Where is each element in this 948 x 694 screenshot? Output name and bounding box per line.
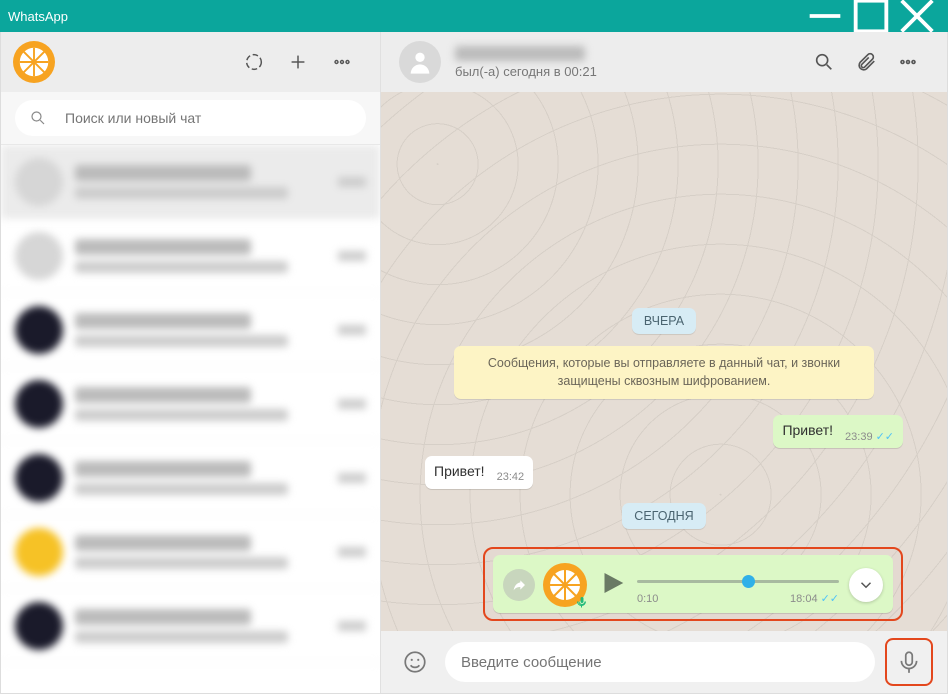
voice-scrubber[interactable] (742, 575, 755, 588)
contact-avatar[interactable] (399, 41, 441, 83)
contact-status: был(-а) сегодня в 00:21 (455, 64, 803, 79)
message-incoming[interactable]: Привет! 23:42 (425, 456, 533, 489)
chat-list-item[interactable] (1, 367, 380, 441)
voice-timestamp: 18:04✓✓ (790, 592, 839, 605)
voice-menu-button[interactable] (849, 568, 883, 602)
mic-button-highlight (885, 638, 933, 686)
message-text: Привет! (434, 463, 485, 479)
mic-button[interactable] (889, 642, 929, 682)
chat-header: был(-а) сегодня в 00:21 (381, 32, 947, 92)
message-meta: 23:42 (497, 471, 525, 483)
titlebar: WhatsApp (0, 0, 948, 32)
self-avatar[interactable] (13, 41, 55, 83)
encryption-notice: Сообщения, которые вы отправляете в данн… (454, 346, 874, 400)
left-panel (1, 32, 381, 693)
app-title: WhatsApp (8, 9, 802, 24)
close-button[interactable] (894, 0, 940, 32)
message-input[interactable] (445, 642, 875, 682)
chat-list-item[interactable] (1, 293, 380, 367)
new-chat-icon[interactable] (276, 40, 320, 84)
attach-icon[interactable] (845, 41, 887, 83)
contact-name (455, 46, 585, 61)
messages-area[interactable]: ВЧЕРА Сообщения, которые вы отправляете … (381, 92, 947, 631)
emoji-icon[interactable] (395, 642, 435, 682)
forward-icon[interactable] (503, 569, 535, 601)
menu-icon[interactable] (320, 40, 364, 84)
chat-list-item[interactable] (1, 219, 380, 293)
chat-menu-icon[interactable] (887, 41, 929, 83)
contact-info[interactable]: был(-а) сегодня в 00:21 (455, 46, 803, 79)
chat-list[interactable] (1, 145, 380, 693)
minimize-button[interactable] (802, 0, 848, 32)
app-body: был(-а) сегодня в 00:21 ВЧЕРА Сообщения,… (0, 32, 948, 694)
search-box[interactable] (15, 100, 366, 136)
message-meta: 23:39✓✓ (845, 430, 894, 443)
composer (381, 631, 947, 693)
voice-duration: 0:10 (637, 593, 658, 605)
maximize-button[interactable] (848, 0, 894, 32)
date-separator: СЕГОДНЯ (622, 503, 705, 529)
read-tick-icon: ✓✓ (821, 592, 839, 605)
play-button[interactable] (597, 568, 627, 603)
voice-message[interactable]: 0:10 18:04✓✓ (493, 555, 893, 613)
chat-list-item[interactable] (1, 441, 380, 515)
window-controls (802, 0, 940, 32)
search-row (1, 92, 380, 145)
chat-list-item[interactable] (1, 589, 380, 663)
read-tick-icon: ✓✓ (876, 430, 894, 443)
chat-list-item[interactable] (1, 515, 380, 589)
status-icon[interactable] (232, 40, 276, 84)
message-outgoing[interactable]: Привет! 23:39✓✓ (773, 415, 903, 448)
chat-list-item[interactable] (1, 145, 380, 219)
date-separator: ВЧЕРА (632, 308, 696, 334)
search-input[interactable] (65, 110, 352, 126)
left-header (1, 32, 380, 92)
voice-sender-avatar (543, 563, 587, 607)
message-text: Привет! (782, 422, 833, 438)
voice-track[interactable]: 0:10 18:04✓✓ (637, 571, 839, 599)
chat-panel: был(-а) сегодня в 00:21 ВЧЕРА Сообщения,… (381, 32, 947, 693)
voice-message-highlight: 0:10 18:04✓✓ (483, 547, 903, 621)
search-icon (29, 109, 47, 127)
search-chat-icon[interactable] (803, 41, 845, 83)
mic-badge-icon (575, 595, 589, 609)
